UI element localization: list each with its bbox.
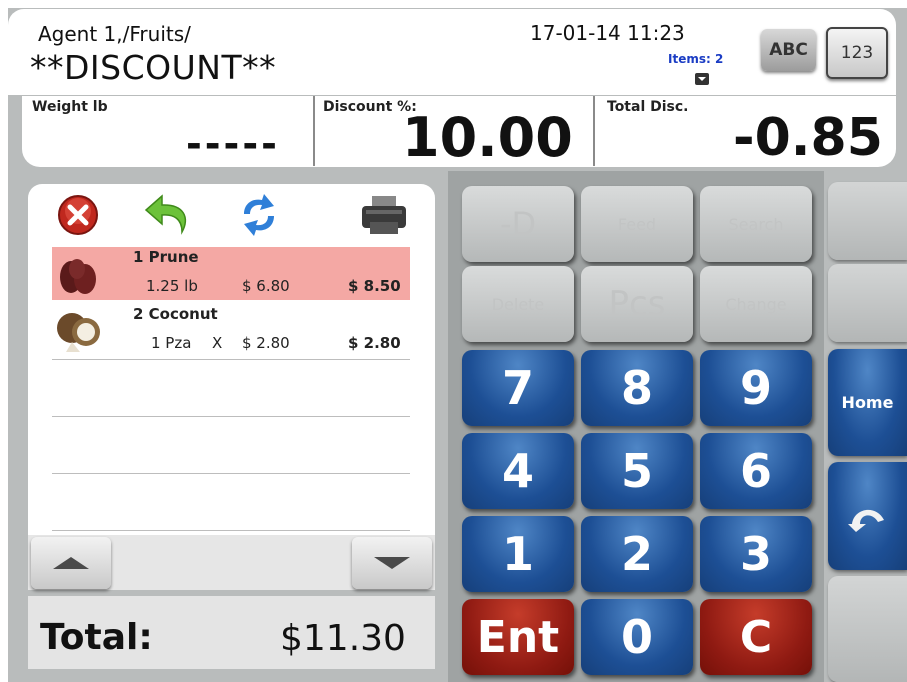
list-divider — [52, 359, 410, 360]
numeric-keyboard-button[interactable]: 123 — [826, 27, 888, 79]
abc-keyboard-button[interactable]: ABC — [761, 29, 816, 71]
info-divider — [313, 96, 315, 166]
item-x-mark: X — [212, 334, 223, 352]
side-blank-button[interactable] — [828, 264, 907, 342]
key-0[interactable]: 0 — [581, 599, 693, 675]
item-name: 2 Coconut — [133, 305, 218, 323]
home-button[interactable]: Home — [828, 349, 907, 456]
printer-icon[interactable] — [360, 192, 406, 238]
key-8[interactable]: 8 — [581, 350, 693, 426]
item-amount: $ 8.50 — [348, 277, 401, 295]
total-value: $11.30 — [280, 618, 406, 659]
change-button[interactable]: Change — [700, 266, 812, 342]
clear-button[interactable]: C — [700, 599, 812, 675]
back-button[interactable] — [828, 462, 907, 570]
delete-button[interactable]: Delete — [462, 266, 574, 342]
items-count: Items: 2 — [668, 52, 724, 66]
list-divider — [52, 530, 410, 531]
scroll-up-button[interactable] — [31, 537, 111, 589]
key-3[interactable]: 3 — [700, 516, 812, 592]
key-9[interactable]: 9 — [700, 350, 812, 426]
list-divider — [52, 473, 410, 474]
key-5[interactable]: 5 — [581, 433, 693, 509]
item-list-panel — [28, 184, 435, 589]
total-label: Total: — [40, 617, 153, 658]
item-qty: 1 Pza — [151, 334, 192, 352]
agent-path: Agent 1,/Fruits/ — [38, 22, 191, 46]
minus-d-button[interactable]: -D — [462, 186, 574, 262]
discount-value: 10.00 — [402, 106, 573, 169]
back-arrow-icon — [847, 509, 884, 532]
pcs-button[interactable]: Pcs — [581, 266, 693, 342]
scroll-down-button[interactable] — [352, 537, 432, 589]
coconut-image — [52, 304, 104, 356]
items-dropdown-button[interactable] — [695, 73, 709, 85]
prune-image — [55, 251, 101, 297]
key-6[interactable]: 6 — [700, 433, 812, 509]
item-price: $ 6.80 — [242, 277, 290, 295]
feed-button[interactable]: Feed — [581, 186, 693, 262]
key-4[interactable]: 4 — [462, 433, 574, 509]
mode-title: **DISCOUNT** — [30, 48, 277, 87]
key-1[interactable]: 1 — [462, 516, 574, 592]
item-price: $ 2.80 — [242, 334, 290, 352]
info-divider — [593, 96, 595, 166]
total-disc-label: Total Disc. — [607, 99, 689, 115]
item-amount: $ 2.80 — [348, 334, 401, 352]
enter-button[interactable]: Ent — [462, 599, 574, 675]
item-name: 1 Prune — [133, 248, 199, 266]
weight-value: ----- — [186, 122, 280, 166]
refresh-icon[interactable] — [236, 192, 282, 238]
item-qty: 1.25 lb — [146, 277, 198, 295]
cancel-icon[interactable] — [55, 192, 101, 238]
list-divider — [52, 416, 410, 417]
chevron-down-icon — [374, 557, 410, 569]
datetime: 17-01-14 11:23 — [530, 21, 685, 45]
search-button[interactable]: Search — [700, 186, 812, 262]
key-7[interactable]: 7 — [462, 350, 574, 426]
weight-label: Weight lb — [32, 99, 108, 115]
undo-arrow-icon[interactable] — [144, 192, 190, 238]
chevron-up-icon — [53, 557, 89, 569]
total-disc-value: -0.85 — [733, 108, 883, 168]
side-blank-button[interactable] — [828, 576, 907, 682]
side-blank-button[interactable] — [828, 182, 907, 260]
key-2[interactable]: 2 — [581, 516, 693, 592]
